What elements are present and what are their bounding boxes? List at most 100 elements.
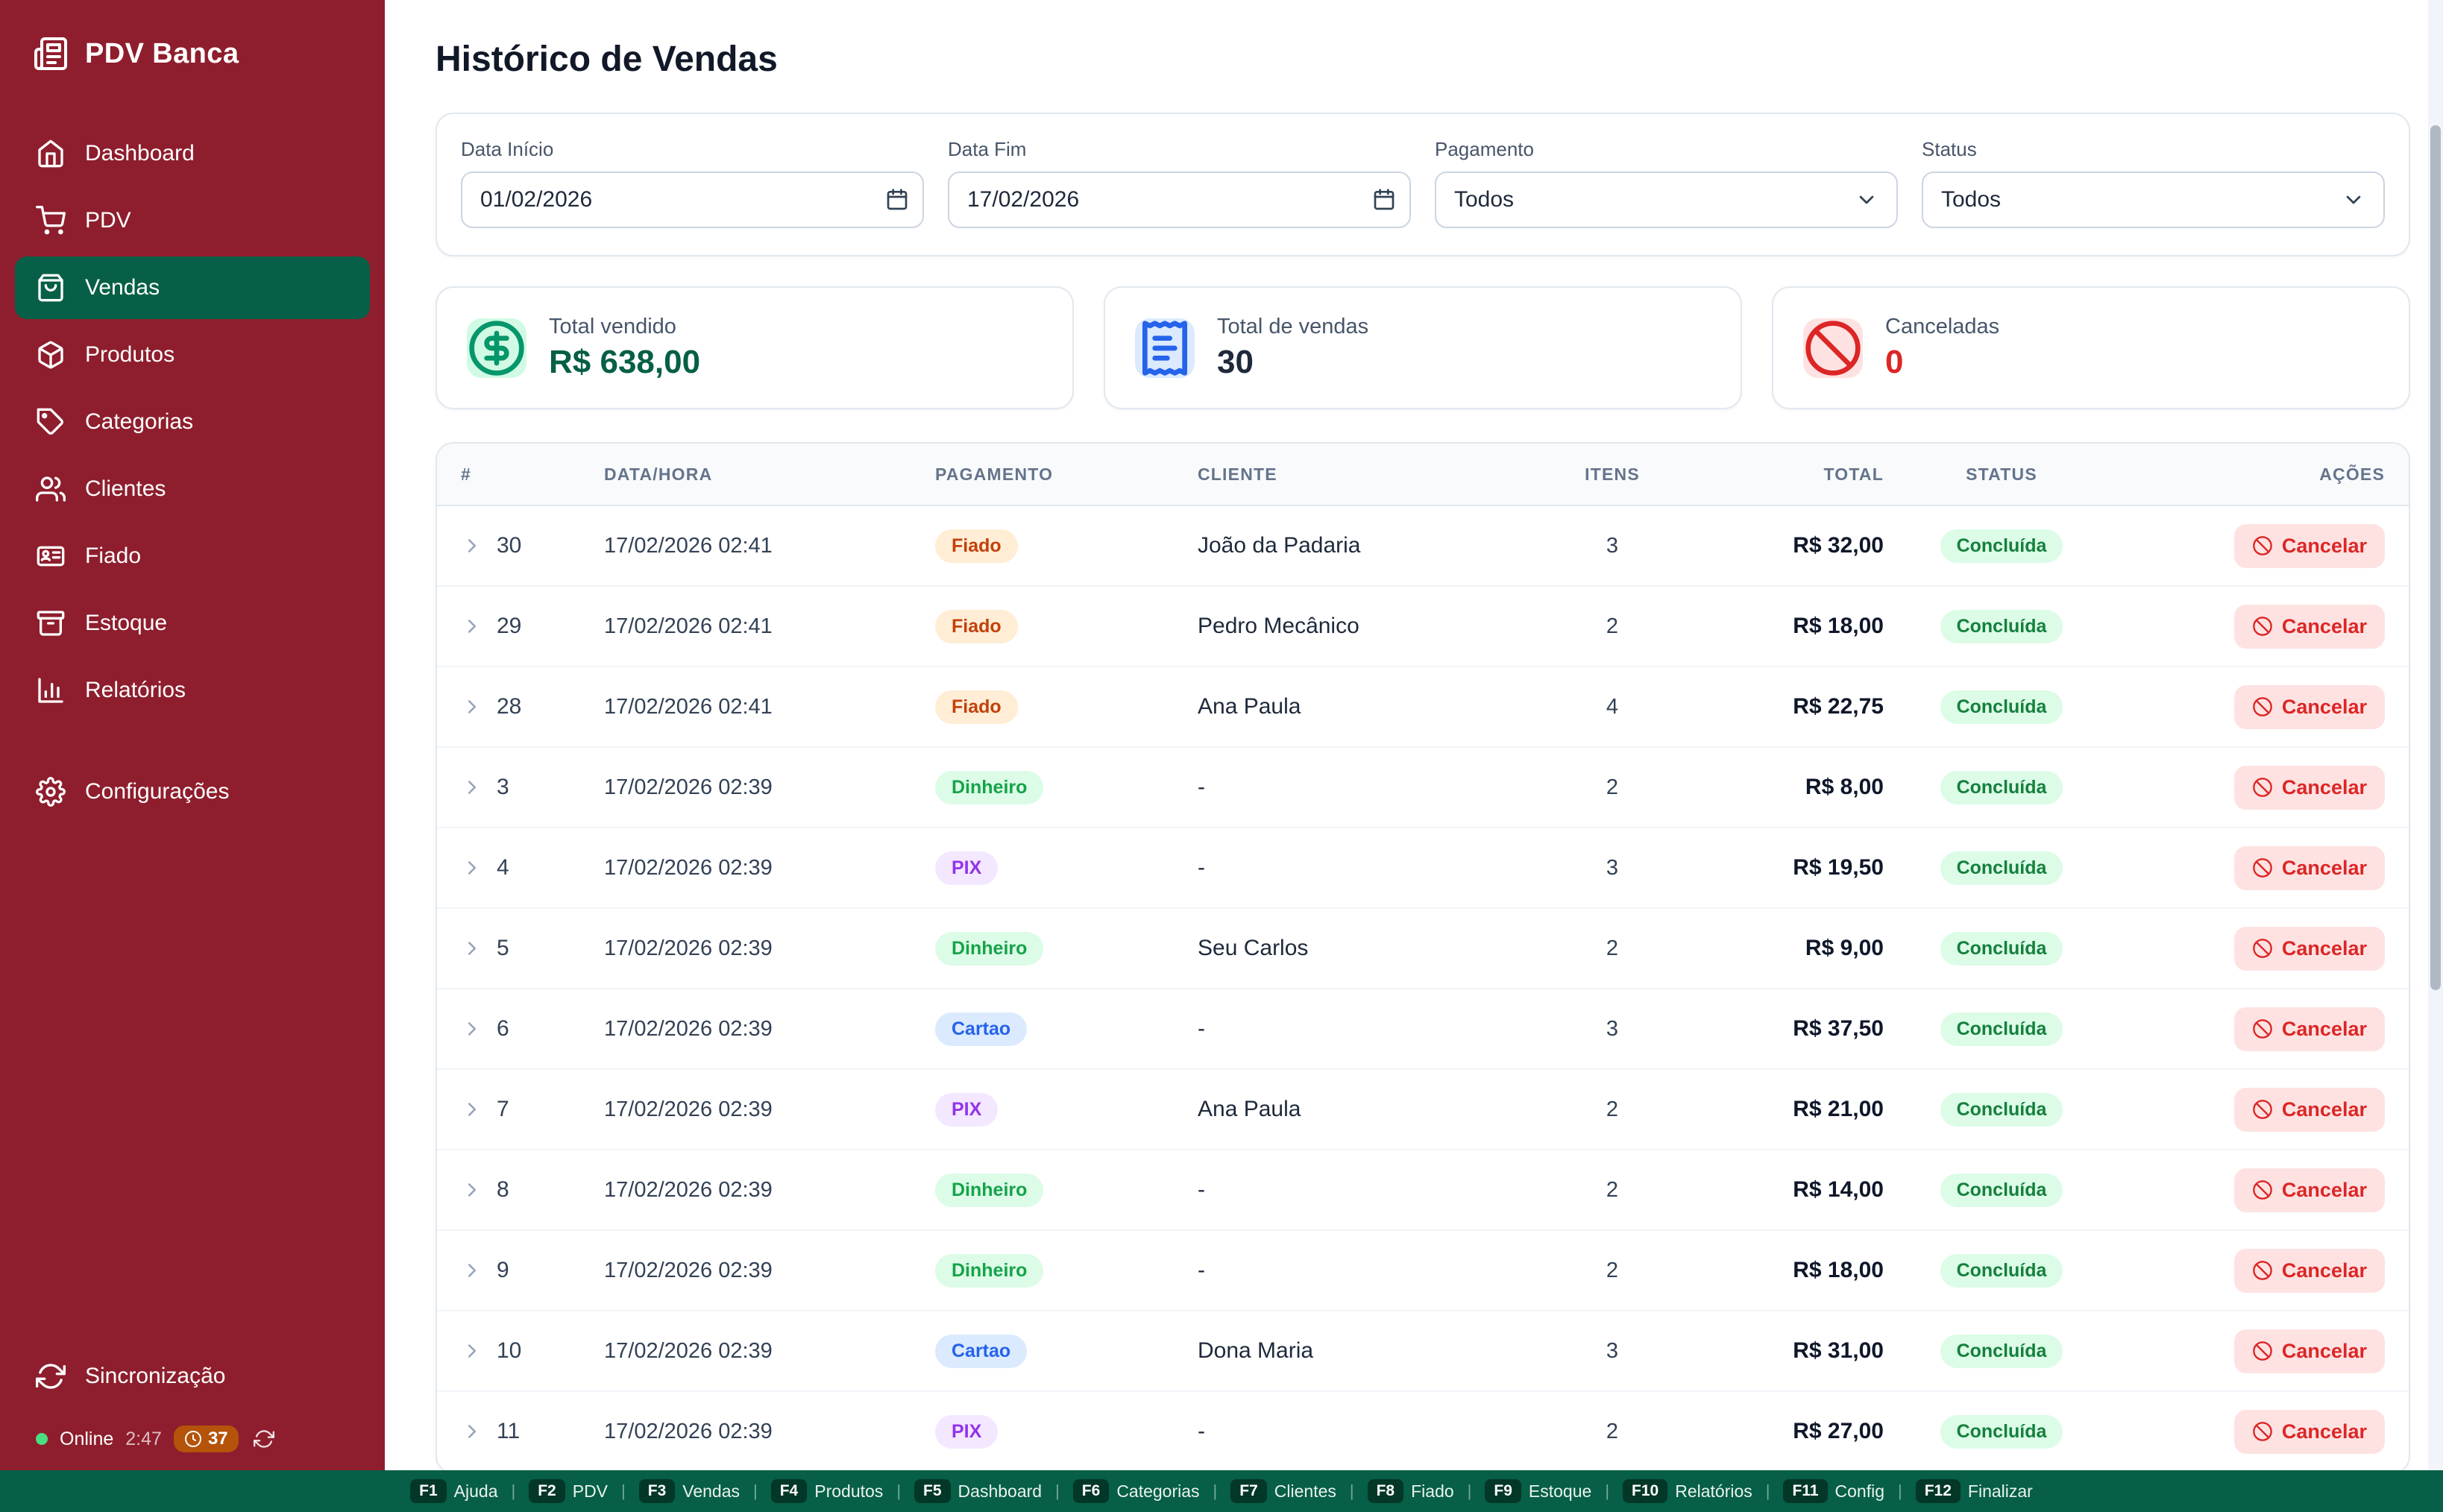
sidebar-item-sincronizacao[interactable]: Sincronização — [15, 1345, 370, 1408]
expand-row-icon[interactable] — [461, 696, 483, 718]
sidebar-item-relatorios[interactable]: Relatórios — [15, 659, 370, 722]
expand-row-icon[interactable] — [461, 1018, 483, 1040]
status-select[interactable]: Todos — [1922, 171, 2385, 228]
cancel-sale-button[interactable]: Cancelar — [2233, 1168, 2385, 1212]
sale-datetime: 17/02/2026 02:39 — [604, 775, 773, 799]
stat-card-total-vendido: Total vendido R$ 638,00 — [436, 286, 1074, 409]
ban-icon — [2252, 1421, 2273, 1442]
shortcut-key: F4 — [770, 1479, 808, 1503]
ban-icon — [2252, 777, 2273, 798]
expand-row-icon[interactable] — [461, 1098, 483, 1121]
pending-badge: 37 — [173, 1426, 239, 1452]
cancel-sale-button[interactable]: Cancelar — [2233, 765, 2385, 810]
sidebar-item-label: Produtos — [85, 342, 175, 367]
shortcut-f9[interactable]: F9 Estoque — [1485, 1479, 1591, 1503]
cancel-sale-button[interactable]: Cancelar — [2233, 604, 2385, 649]
ban-icon — [1803, 318, 1863, 378]
cancel-label: Cancelar — [2281, 695, 2367, 718]
sidebar-item-categorias[interactable]: Categorias — [15, 391, 370, 453]
expand-row-icon[interactable] — [461, 776, 483, 798]
shortcut-key: F8 — [1367, 1479, 1404, 1503]
status-badge: Concluída — [1940, 1253, 2063, 1288]
sidebar-item-clientes[interactable]: Clientes — [15, 458, 370, 520]
dollar-icon — [467, 318, 526, 378]
shortcut-f12[interactable]: F12 Finalizar — [1915, 1479, 2033, 1503]
expand-row-icon[interactable] — [461, 615, 483, 637]
sidebar-item-estoque[interactable]: Estoque — [15, 592, 370, 655]
shortcut-f1[interactable]: F1 Ajuda — [410, 1479, 498, 1503]
shortcut-f2[interactable]: F2 PDV — [529, 1479, 608, 1503]
shortcut-f11[interactable]: F11 Config — [1783, 1479, 1884, 1503]
sale-total: R$ 14,00 — [1793, 1177, 1884, 1202]
cancel-sale-button[interactable]: Cancelar — [2233, 1329, 2385, 1373]
scrollbar-thumb[interactable] — [2430, 125, 2441, 990]
sidebar-item-dashboard[interactable]: Dashboard — [15, 122, 370, 185]
expand-row-icon[interactable] — [461, 857, 483, 879]
sale-datetime: 17/02/2026 02:39 — [604, 1258, 773, 1282]
table-row: 30 17/02/2026 02:41 Fiado João da Padari… — [437, 506, 2409, 587]
shortcut-label: PDV — [572, 1481, 609, 1501]
cancel-label: Cancelar — [2281, 1339, 2367, 1362]
shortcut-key: F1 — [410, 1479, 447, 1503]
cancel-sale-button[interactable]: Cancelar — [2233, 1248, 2385, 1293]
payment-badge: Dinheiro — [935, 1173, 1044, 1207]
cancel-sale-button[interactable]: Cancelar — [2233, 1007, 2385, 1051]
sale-client: Ana Paula — [1198, 694, 1301, 719]
sidebar-item-vendas[interactable]: Vendas — [15, 256, 370, 319]
filter-label: Data Início — [461, 138, 554, 160]
sale-total: R$ 18,00 — [1793, 1258, 1884, 1282]
cancel-sale-button[interactable]: Cancelar — [2233, 523, 2385, 568]
expand-row-icon[interactable] — [461, 535, 483, 557]
expand-row-icon[interactable] — [461, 1340, 483, 1362]
shortcut-f8[interactable]: F8 Fiado — [1367, 1479, 1454, 1503]
shortcut-f5[interactable]: F5 Dashboard — [914, 1479, 1042, 1503]
shortcut-f6[interactable]: F6 Categorias — [1072, 1479, 1200, 1503]
shortcut-label: Vendas — [682, 1481, 741, 1501]
sale-items: 2 — [1606, 936, 1619, 960]
filter-label: Data Fim — [948, 138, 1027, 160]
shortcut-f7[interactable]: F7 Clientes — [1230, 1479, 1336, 1503]
date-start-input[interactable] — [461, 171, 924, 228]
sidebar-item-produtos[interactable]: Produtos — [15, 324, 370, 386]
sale-client: - — [1198, 1016, 1205, 1041]
sale-items: 2 — [1606, 614, 1619, 638]
cancel-sale-button[interactable]: Cancelar — [2233, 1087, 2385, 1132]
sidebar-item-fiado[interactable]: Fiado — [15, 525, 370, 588]
shortcut-f10[interactable]: F10 Relatórios — [1623, 1479, 1752, 1503]
status-select-value: Todos — [1941, 187, 2002, 212]
sale-id: 7 — [497, 1097, 509, 1121]
sidebar-item-label: Sincronização — [85, 1364, 226, 1388]
col-header-id: # — [461, 464, 471, 484]
expand-row-icon[interactable] — [461, 1259, 483, 1282]
shortcut-separator: | — [1213, 1481, 1218, 1500]
sidebar-item-pdv[interactable]: PDV — [15, 189, 370, 252]
sidebar-item-configuracoes[interactable]: Configurações — [15, 760, 370, 823]
cancel-sale-button[interactable]: Cancelar — [2233, 684, 2385, 729]
shortcut-label: Finalizar — [1967, 1481, 2033, 1501]
shortcut-label: Fiado — [1411, 1481, 1454, 1501]
ban-icon — [2252, 857, 2273, 878]
shortcut-f4[interactable]: F4 Produtos — [770, 1479, 883, 1503]
payment-badge: PIX — [935, 1092, 999, 1127]
sale-id: 5 — [497, 936, 509, 960]
col-header-actions: AÇÕES — [2319, 464, 2385, 484]
expand-row-icon[interactable] — [461, 1420, 483, 1443]
cancel-sale-button[interactable]: Cancelar — [2233, 1409, 2385, 1454]
cancel-sale-button[interactable]: Cancelar — [2233, 926, 2385, 971]
expand-row-icon[interactable] — [461, 937, 483, 960]
cancel-sale-button[interactable]: Cancelar — [2233, 845, 2385, 890]
sale-id: 9 — [497, 1258, 509, 1282]
date-end-input[interactable] — [948, 171, 1411, 228]
expand-row-icon[interactable] — [461, 1179, 483, 1201]
vertical-scrollbar[interactable] — [2428, 0, 2443, 1470]
sidebar-item-label: Clientes — [85, 476, 166, 501]
shortcut-f3[interactable]: F3 Vendas — [638, 1479, 741, 1503]
status-badge: Concluída — [1940, 609, 2063, 643]
table-row: 6 17/02/2026 02:39 Cartao - 3 R$ 37,50 C… — [437, 989, 2409, 1070]
sync-refresh-icon[interactable] — [253, 1428, 274, 1449]
payment-select[interactable]: Todos — [1435, 171, 1898, 228]
ban-icon — [2252, 938, 2273, 959]
shortcut-key: F7 — [1230, 1479, 1267, 1503]
status-badge: Concluída — [1940, 690, 2063, 724]
status-badge: Concluída — [1940, 1414, 2063, 1449]
